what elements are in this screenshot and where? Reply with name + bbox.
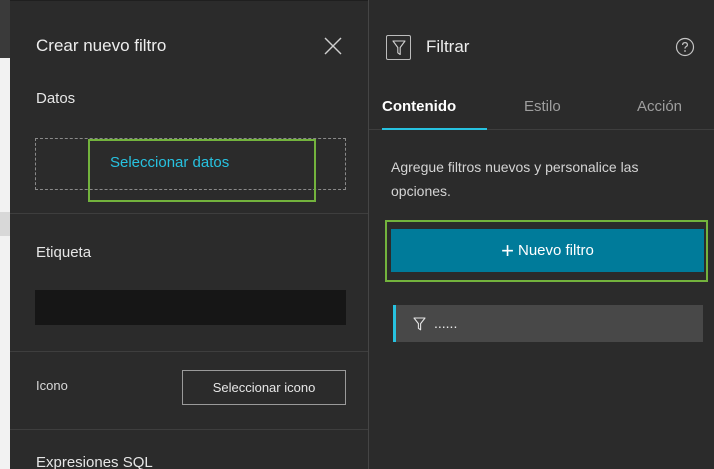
label-input[interactable] <box>35 290 346 325</box>
select-data-link[interactable]: Seleccionar datos <box>110 154 229 171</box>
create-filter-title: Crear nuevo filtro <box>36 36 167 55</box>
create-filter-panel: Crear nuevo filtro Datos Seleccionar dat… <box>10 0 368 469</box>
sql-expressions-label: Expresiones SQL <box>36 454 153 469</box>
filter-list-item[interactable]: ...... <box>393 305 703 342</box>
background-page-mid-area <box>0 212 10 236</box>
filter-icon <box>413 317 426 331</box>
filter-panel-title: Filtrar <box>426 37 470 56</box>
label-section-label: Etiqueta <box>36 244 92 261</box>
tab-style[interactable]: Estilo <box>524 98 561 115</box>
section-divider <box>10 429 368 430</box>
background-page-dark-area <box>0 0 10 58</box>
data-section-label: Datos <box>36 90 76 107</box>
icon-field-label: Icono <box>36 378 68 393</box>
new-filter-button-label: Nuevo filtro <box>517 242 594 259</box>
select-icon-button[interactable]: Seleccionar icono <box>182 370 346 405</box>
create-filter-header: Crear nuevo filtro <box>10 1 368 91</box>
help-icon[interactable] <box>675 37 695 57</box>
tab-action[interactable]: Acción <box>637 98 682 115</box>
filters-description: Agregue filtros nuevos y personalice las… <box>391 159 639 199</box>
filter-item-label: ...... <box>434 315 458 331</box>
plus-icon: + <box>501 238 514 263</box>
filter-settings-panel: Filtrar Contenido Estilo Acción Agregue … <box>369 0 714 469</box>
new-filter-button[interactable]: + Nuevo filtro <box>391 229 704 272</box>
tab-content[interactable]: Contenido <box>382 98 456 115</box>
background-page-edge <box>0 0 10 469</box>
section-divider <box>10 351 368 352</box>
filter-icon <box>386 35 411 60</box>
close-icon[interactable] <box>322 35 344 57</box>
active-tab-indicator <box>382 128 487 130</box>
tabs-bar: Contenido Estilo Acción <box>369 88 714 130</box>
section-divider <box>10 213 368 214</box>
